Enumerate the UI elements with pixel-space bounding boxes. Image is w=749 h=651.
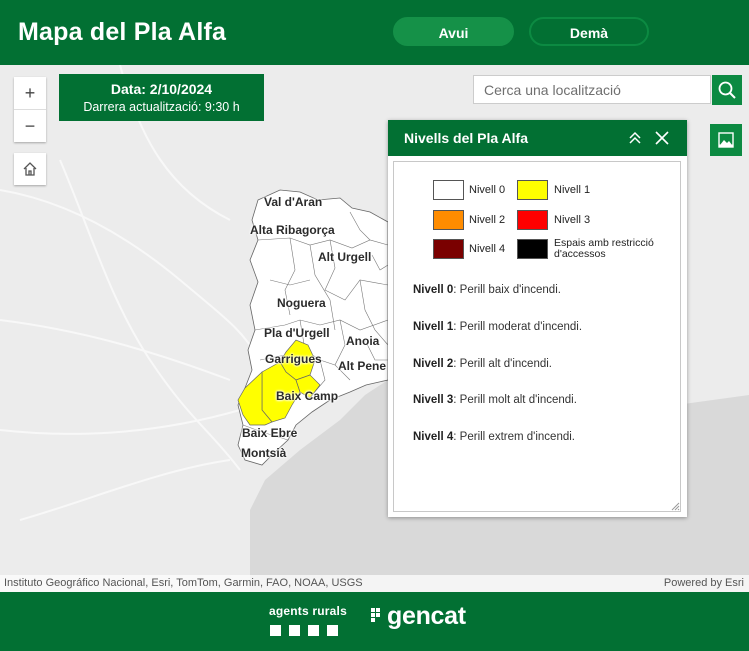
level-name: Nivell 3 <box>413 394 454 406</box>
level-text: : Perill extrem d'incendi. <box>453 431 575 443</box>
legend-toggle-button[interactable] <box>710 124 742 156</box>
image-icon <box>718 132 734 148</box>
legend-swatch-label: Nivell 3 <box>554 214 591 226</box>
resize-handle-icon[interactable] <box>671 502 680 511</box>
close-icon[interactable] <box>654 130 670 146</box>
level-name: Nivell 0 <box>413 284 454 296</box>
map-label: Pla d'Urgell <box>264 326 330 340</box>
gencat-logo-text: gencat <box>387 602 466 630</box>
legend-swatch-label: Espais amb restricció d'accessos <box>554 237 654 260</box>
legend-panel-title: Nivells del Pla Alfa <box>404 130 528 146</box>
search-box <box>473 75 714 104</box>
legend-swatch-level-2 <box>433 210 464 230</box>
level-text: : Perill baix d'incendi. <box>453 284 561 296</box>
map-label: Alt Pene <box>338 359 387 373</box>
date-label: Data: 2/10/2024 <box>110 81 213 97</box>
home-button[interactable] <box>14 153 46 185</box>
tab-tomorrow[interactable]: Demà <box>529 17 649 46</box>
level-description: Nivell 1: Perill moderat d'incendi. <box>413 321 582 333</box>
gencat-logo-icon <box>371 608 380 622</box>
level-name: Nivell 1 <box>413 321 454 333</box>
legend-swatch-level-1 <box>517 180 548 200</box>
map-label: Alt Urgell <box>318 250 372 264</box>
agents-rurals-logo-icon <box>270 623 346 641</box>
map-label: Baix Camp <box>276 389 339 403</box>
map-label: Noguera <box>277 296 326 310</box>
legend-swatch-level-3 <box>517 210 548 230</box>
legend-swatch-label: Nivell 0 <box>469 184 506 196</box>
map-attribution: Instituto Geográfico Nacional, Esri, Tom… <box>0 575 749 592</box>
footer: agents rurals gencat <box>0 592 749 651</box>
legend-panel-header: Nivells del Pla Alfa <box>388 120 687 156</box>
legend-swatch-level-4 <box>433 239 464 259</box>
level-description: Nivell 3: Perill molt alt d'incendi. <box>413 394 577 406</box>
level-description: Nivell 0: Perill baix d'incendi. <box>413 284 561 296</box>
legend-swatch-label: Nivell 4 <box>469 243 506 255</box>
map-label: Alta Ribagorça <box>250 223 335 237</box>
map-label: Val d'Aran <box>264 195 323 209</box>
search-icon <box>718 81 736 99</box>
legend-swatch-level-0 <box>433 180 464 200</box>
map-label: Montsià <box>241 446 287 460</box>
legend-swatch-label: Nivell 2 <box>469 214 506 226</box>
legend-swatch-restricted <box>517 239 548 259</box>
level-text: : Perill molt alt d'incendi. <box>453 394 577 406</box>
powered-by-esri[interactable]: Powered by Esri <box>664 577 744 589</box>
search-button[interactable] <box>712 75 742 105</box>
chevron-double-up-icon[interactable] <box>627 130 643 146</box>
level-text: : Perill moderat d'incendi. <box>453 321 583 333</box>
level-text: : Perill alt d'incendi. <box>453 358 552 370</box>
agents-rurals-logo-text: agents rurals <box>269 604 347 618</box>
zoom-in-button[interactable]: + <box>14 77 46 110</box>
date-info-box: Data: 2/10/2024 Darrera actualització: 9… <box>59 74 264 121</box>
home-icon <box>23 162 37 176</box>
zoom-out-button[interactable]: − <box>14 110 46 142</box>
search-input[interactable] <box>482 76 714 104</box>
zoom-controls: + − <box>14 77 46 142</box>
level-description: Nivell 4: Perill extrem d'incendi. <box>413 431 575 443</box>
legend-swatch-label: Nivell 1 <box>554 184 591 196</box>
app-header: Mapa del Pla Alfa Avui Demà <box>0 0 749 65</box>
map-label: Anoia <box>346 334 380 348</box>
legend-panel: Nivells del Pla Alfa Nivell 0 Nivell 1 N… <box>388 120 687 517</box>
attribution-sources: Instituto Geográfico Nacional, Esri, Tom… <box>4 577 363 589</box>
app-title: Mapa del Pla Alfa <box>18 18 227 46</box>
level-name: Nivell 2 <box>413 358 454 370</box>
tab-today[interactable]: Avui <box>393 17 514 46</box>
level-description: Nivell 2: Perill alt d'incendi. <box>413 358 552 370</box>
last-update-label: Darrera actualització: 9:30 h <box>83 100 240 114</box>
map-label: Baix Ebre <box>242 426 298 440</box>
level-name: Nivell 4 <box>413 431 454 443</box>
legend-panel-body[interactable]: Nivell 0 Nivell 1 Nivell 2 Nivell 3 Nive… <box>393 161 681 512</box>
map-label: Garrigues <box>265 352 322 366</box>
